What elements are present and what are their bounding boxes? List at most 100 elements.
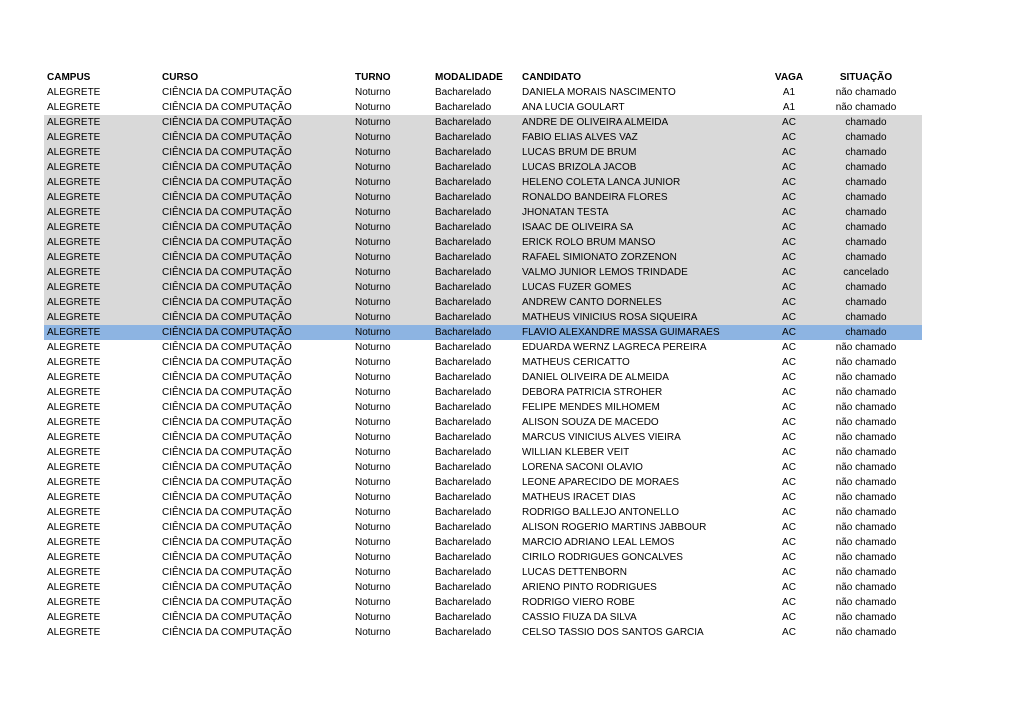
- cell-candidato: ISAAC DE OLIVEIRA SA: [522, 222, 634, 233]
- table-row[interactable]: ALEGRETE CIÊNCIA DA COMPUTAÇÃO Noturno Bach…: [44, 160, 922, 175]
- cell-modalidade: Bacharelado: [435, 87, 492, 98]
- table-row[interactable]: ALEGRETE CIÊNCIA DA COMPUTAÇÃO Noturno Bach…: [44, 385, 922, 400]
- table-row[interactable]: ALEGRETE CIÊNCIA DA COMPUTAÇÃO Noturno Bach…: [44, 130, 922, 145]
- table-row[interactable]: ALEGRETE CIÊNCIA DA COMPUTAÇÃO Noturno Bach…: [44, 460, 922, 475]
- cell-situacao: chamado: [845, 282, 887, 293]
- cell-campus: ALEGRETE: [47, 312, 101, 323]
- cell-modalidade: Bacharelado: [435, 147, 492, 158]
- cell-campus: ALEGRETE: [47, 567, 101, 578]
- cell-situacao: chamado: [845, 177, 887, 188]
- cell-situacao: não chamado: [835, 597, 897, 608]
- table-row[interactable]: ALEGRETE CIÊNCIA DA COMPUTAÇÃO Noturno Bach…: [44, 430, 922, 445]
- cell-campus: ALEGRETE: [47, 162, 101, 173]
- cell-situacao: não chamado: [835, 582, 897, 593]
- cell-curso: CIÊNCIA DA COMPUTAÇÃO: [162, 432, 292, 443]
- cell-candidato: LEONE APARECIDO DE MORAES: [522, 477, 680, 488]
- table-row[interactable]: ALEGRETE CIÊNCIA DA COMPUTAÇÃO Noturno Bach…: [44, 265, 922, 280]
- table-row[interactable]: ALEGRETE CIÊNCIA DA COMPUTAÇÃO Noturno Bach…: [44, 475, 922, 490]
- table-row[interactable]: ALEGRETE CIÊNCIA DA COMPUTAÇÃO Noturno Bach…: [44, 220, 922, 235]
- table-row[interactable]: ALEGRETE CIÊNCIA DA COMPUTAÇÃO Noturno Bach…: [44, 85, 922, 100]
- cell-candidato: DANIEL OLIVEIRA DE ALMEIDA: [522, 372, 669, 383]
- table-row[interactable]: ALEGRETE CIÊNCIA DA COMPUTAÇÃO Noturno Bach…: [44, 190, 922, 205]
- cell-campus: ALEGRETE: [47, 342, 101, 353]
- table-row[interactable]: ALEGRETE CIÊNCIA DA COMPUTAÇÃO Noturno Bach…: [44, 250, 922, 265]
- cell-curso: CIÊNCIA DA COMPUTAÇÃO: [162, 327, 292, 338]
- table-row[interactable]: ALEGRETE CIÊNCIA DA COMPUTAÇÃO Noturno Bach…: [44, 595, 922, 610]
- cell-campus: ALEGRETE: [47, 627, 101, 638]
- cell-curso: CIÊNCIA DA COMPUTAÇÃO: [162, 582, 292, 593]
- cell-campus: ALEGRETE: [47, 477, 101, 488]
- cell-vaga: AC: [782, 147, 796, 158]
- cell-situacao: cancelado: [843, 267, 889, 278]
- cell-candidato: LUCAS DETTENBORN: [522, 567, 628, 578]
- table-row[interactable]: ALEGRETE CIÊNCIA DA COMPUTAÇÃO Noturno Bach…: [44, 535, 922, 550]
- cell-campus: ALEGRETE: [47, 177, 101, 188]
- table-row[interactable]: ALEGRETE CIÊNCIA DA COMPUTAÇÃO Noturno Bach…: [44, 145, 922, 160]
- cell-candidato: ANDRE DE OLIVEIRA ALMEIDA: [522, 117, 669, 128]
- table-row[interactable]: ALEGRETE CIÊNCIA DA COMPUTAÇÃO Noturno Bach…: [44, 505, 922, 520]
- table-row[interactable]: ALEGRETE CIÊNCIA DA COMPUTAÇÃO Noturno Bach…: [44, 400, 922, 415]
- table-row[interactable]: ALEGRETE CIÊNCIA DA COMPUTAÇÃO Noturno Bach…: [44, 340, 922, 355]
- cell-turno: Noturno: [355, 372, 391, 383]
- cell-candidato: RONALDO BANDEIRA FLORES: [522, 192, 668, 203]
- table-row[interactable]: ALEGRETE CIÊNCIA DA COMPUTAÇÃO Noturno Bach…: [44, 580, 922, 595]
- cell-vaga: AC: [782, 297, 796, 308]
- table-row[interactable]: ALEGRETE CIÊNCIA DA COMPUTAÇÃO Noturno Bach…: [44, 550, 922, 565]
- table-row[interactable]: ALEGRETE CIÊNCIA DA COMPUTAÇÃO Noturno Bach…: [44, 370, 922, 385]
- cell-campus: ALEGRETE: [47, 417, 101, 428]
- cell-situacao: não chamado: [835, 492, 897, 503]
- cell-situacao: não chamado: [835, 372, 897, 383]
- header-candidato: CANDIDATO: [522, 72, 582, 83]
- cell-modalidade: Bacharelado: [435, 207, 492, 218]
- cell-candidato: RODRIGO BALLEJO ANTONELLO: [522, 507, 680, 518]
- header-turno: TURNO: [355, 72, 391, 83]
- table-row[interactable]: ALEGRETE CIÊNCIA DA COMPUTAÇÃO Noturno Bach…: [44, 115, 922, 130]
- cell-situacao: chamado: [845, 117, 887, 128]
- cell-curso: CIÊNCIA DA COMPUTAÇÃO: [162, 522, 292, 533]
- table-row[interactable]: ALEGRETE CIÊNCIA DA COMPUTAÇÃO Noturno Bach…: [44, 565, 922, 580]
- table-row[interactable]: ALEGRETE CIÊNCIA DA COMPUTAÇÃO Noturno Bach…: [44, 415, 922, 430]
- cell-turno: Noturno: [355, 417, 391, 428]
- cell-vaga: AC: [782, 612, 796, 623]
- cell-turno: Noturno: [355, 597, 391, 608]
- cell-vaga: AC: [782, 372, 796, 383]
- table-row[interactable]: ALEGRETE CIÊNCIA DA COMPUTAÇÃO Noturno Bach…: [44, 610, 922, 625]
- cell-campus: ALEGRETE: [47, 132, 101, 143]
- cell-curso: CIÊNCIA DA COMPUTAÇÃO: [162, 342, 292, 353]
- cell-turno: Noturno: [355, 312, 391, 323]
- cell-turno: Noturno: [355, 537, 391, 548]
- cell-situacao: não chamado: [835, 507, 897, 518]
- table-row[interactable]: ALEGRETE CIÊNCIA DA COMPUTAÇÃO Noturno Bach…: [44, 325, 922, 340]
- cell-campus: ALEGRETE: [47, 507, 101, 518]
- cell-candidato: LUCAS BRIZOLA JACOB: [522, 162, 637, 173]
- table-row[interactable]: ALEGRETE CIÊNCIA DA COMPUTAÇÃO Noturno Bach…: [44, 490, 922, 505]
- cell-situacao: não chamado: [835, 342, 897, 353]
- cell-modalidade: Bacharelado: [435, 567, 492, 578]
- table-row[interactable]: ALEGRETE CIÊNCIA DA COMPUTAÇÃO Noturno Bach…: [44, 175, 922, 190]
- cell-turno: Noturno: [355, 117, 391, 128]
- cell-turno: Noturno: [355, 252, 391, 263]
- table-row[interactable]: ALEGRETE CIÊNCIA DA COMPUTAÇÃO Noturno Bach…: [44, 520, 922, 535]
- table-row[interactable]: ALEGRETE CIÊNCIA DA COMPUTAÇÃO Noturno Bach…: [44, 355, 922, 370]
- cell-turno: Noturno: [355, 402, 391, 413]
- table-row[interactable]: ALEGRETE CIÊNCIA DA COMPUTAÇÃO Noturno Bach…: [44, 205, 922, 220]
- cell-campus: ALEGRETE: [47, 387, 101, 398]
- table-row[interactable]: ALEGRETE CIÊNCIA DA COMPUTAÇÃO Noturno Bach…: [44, 625, 922, 640]
- cell-campus: ALEGRETE: [47, 237, 101, 248]
- cell-candidato: DANIELA MORAIS NASCIMENTO: [522, 87, 676, 98]
- table-row[interactable]: ALEGRETE CIÊNCIA DA COMPUTAÇÃO Noturno Bach…: [44, 295, 922, 310]
- cell-curso: CIÊNCIA DA COMPUTAÇÃO: [162, 537, 292, 548]
- table-row[interactable]: ALEGRETE CIÊNCIA DA COMPUTAÇÃO Noturno Bach…: [44, 445, 922, 460]
- header-vaga: VAGA: [774, 72, 804, 83]
- cell-modalidade: Bacharelado: [435, 507, 492, 518]
- table-row[interactable]: ALEGRETE CIÊNCIA DA COMPUTAÇÃO Noturno Bach…: [44, 280, 922, 295]
- cell-candidato: LUCAS BRUM DE BRUM: [522, 147, 637, 158]
- cell-candidato: EDUARDA WERNZ LAGRECA PEREIRA: [522, 342, 707, 353]
- cell-turno: Noturno: [355, 507, 391, 518]
- table-row[interactable]: ALEGRETE CIÊNCIA DA COMPUTAÇÃO Noturno Bach…: [44, 235, 922, 250]
- table-row[interactable]: ALEGRETE CIÊNCIA DA COMPUTAÇÃO Noturno Bach…: [44, 100, 922, 115]
- cell-modalidade: Bacharelado: [435, 477, 492, 488]
- cell-situacao: chamado: [845, 207, 887, 218]
- cell-situacao: chamado: [845, 222, 887, 233]
- table-row[interactable]: ALEGRETE CIÊNCIA DA COMPUTAÇÃO Noturno Bach…: [44, 310, 922, 325]
